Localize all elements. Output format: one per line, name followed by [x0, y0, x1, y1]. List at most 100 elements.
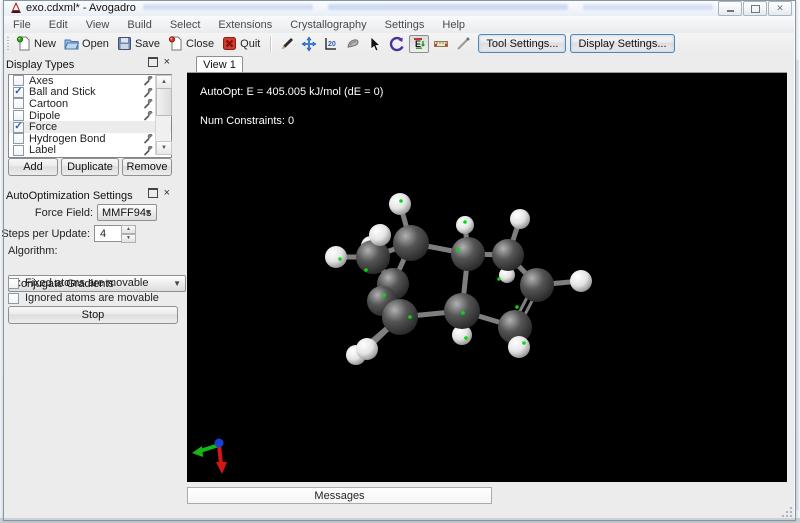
close-window-button[interactable]: ✕	[768, 1, 792, 16]
display-settings-button[interactable]: Display Settings...	[570, 34, 675, 53]
display-types-scrollbar[interactable]: ▲ ▼	[155, 75, 172, 155]
duplicate-display-type-button[interactable]: Duplicate	[61, 158, 119, 176]
display-type-row-cartoon[interactable]: Cartoon	[9, 98, 171, 110]
auto-rotate-tool-button[interactable]	[387, 35, 407, 53]
open-button[interactable]: Open	[61, 35, 114, 52]
display-type-row-axes[interactable]: Axes	[9, 75, 171, 87]
checkbox-icon	[8, 277, 19, 289]
tool-settings-button[interactable]: Tool Settings...	[478, 34, 567, 53]
menu-extensions[interactable]: Extensions	[209, 19, 281, 31]
save-button[interactable]: Save	[114, 35, 165, 52]
avogadro-app-icon	[11, 2, 21, 13]
tab-view-1[interactable]: View 1	[196, 56, 243, 73]
display-type-row-label[interactable]: Label	[9, 144, 171, 156]
close-button[interactable]: Close	[165, 35, 219, 52]
checkbox-checked-icon[interactable]: ✓	[13, 86, 24, 98]
carbon-atom[interactable]	[444, 293, 480, 329]
checkbox-icon[interactable]	[13, 144, 24, 156]
force-field-dropdown[interactable]: MMFF94s ▼	[97, 204, 157, 221]
wrench-settings-icon[interactable]	[143, 110, 154, 121]
checkbox-icon[interactable]	[13, 133, 24, 145]
chevron-down-icon: ▼	[144, 208, 152, 217]
menu-crystallography[interactable]: Crystallography	[281, 19, 375, 31]
messages-panel-tab[interactable]: Messages	[187, 487, 492, 504]
carbon-atom[interactable]	[356, 240, 390, 274]
toolbar-grip[interactable]	[7, 36, 9, 51]
spin-up-icon[interactable]: ▲	[121, 225, 136, 234]
scroll-down-button[interactable]: ▼	[156, 141, 172, 155]
wrench-settings-icon[interactable]	[143, 99, 154, 109]
minimize-button[interactable]	[718, 1, 742, 16]
wrench-settings-icon[interactable]	[143, 76, 154, 86]
carbon-atom[interactable]	[451, 237, 485, 271]
menu-build[interactable]: Build	[118, 19, 160, 31]
menu-file[interactable]: File	[4, 19, 40, 31]
display-type-row-hydrogen-bond[interactable]: Hydrogen Bond	[9, 133, 171, 145]
manipulate-tool-button[interactable]	[453, 35, 473, 53]
resize-grip[interactable]	[779, 505, 793, 518]
viewport-3d[interactable]: AutoOpt: E = 405.005 kJ/mol (dE = 0) Num…	[187, 72, 787, 482]
hydrogen-atom[interactable]	[356, 338, 378, 360]
hydrogen-atom[interactable]	[325, 246, 347, 268]
close-panel-icon[interactable]: ×	[164, 56, 170, 67]
steps-value: 4	[100, 227, 107, 240]
menu-view[interactable]: View	[77, 19, 119, 31]
new-button[interactable]: New	[13, 35, 61, 52]
display-type-row-force[interactable]: ✓ Force	[9, 121, 171, 133]
hydrogen-atom[interactable]	[510, 209, 530, 229]
navigate-tool-button[interactable]	[299, 35, 319, 53]
carbon-atom[interactable]	[382, 299, 418, 335]
steps-per-update-label: Steps per Update:	[1, 228, 90, 240]
bond-centric-tool-button[interactable]	[343, 35, 363, 53]
checkbox-icon[interactable]	[13, 98, 24, 110]
force-indicator-dot	[399, 199, 403, 203]
display-type-row-ball-and-stick[interactable]: ✓ Ball and Stick	[9, 86, 171, 99]
menu-edit[interactable]: Edit	[40, 19, 77, 31]
ignored-atoms-checkbox[interactable]: Ignored atoms are movable	[8, 292, 159, 304]
selection-tool-button[interactable]	[365, 35, 385, 53]
hydrogen-atom[interactable]	[369, 224, 391, 246]
molecule-render	[192, 193, 592, 474]
checkbox-icon[interactable]	[13, 110, 24, 122]
hydrogen-atom[interactable]	[508, 336, 530, 358]
carbon-atom[interactable]	[393, 225, 429, 261]
autoopt-panel-header[interactable]: AutoOptimization Settings ×	[6, 187, 176, 203]
steps-spinbox[interactable]: 4	[94, 225, 123, 242]
checkbox-icon	[8, 292, 19, 304]
display-type-row-dipole[interactable]: Dipole	[9, 110, 171, 122]
wrench-settings-icon[interactable]	[143, 145, 154, 156]
wrench-settings-icon[interactable]	[143, 133, 154, 144]
carbon-atom[interactable]	[492, 239, 524, 271]
scroll-up-button[interactable]: ▲	[156, 75, 172, 89]
float-panel-icon[interactable]	[147, 57, 158, 67]
open-label: Open	[82, 37, 109, 50]
display-types-panel-header[interactable]: Display Types ×	[6, 56, 176, 72]
checkbox-icon[interactable]	[13, 75, 24, 87]
draw-tool-button[interactable]	[277, 35, 297, 53]
maximize-button[interactable]	[743, 1, 767, 16]
fixed-atoms-checkbox[interactable]: Fixed atoms are movable	[8, 277, 149, 289]
display-type-label: Ball and Stick	[29, 86, 96, 99]
menu-select[interactable]: Select	[161, 19, 210, 31]
remove-display-type-button[interactable]: Remove	[122, 158, 172, 176]
ruler-icon	[434, 40, 449, 47]
close-panel-icon[interactable]: ×	[164, 187, 170, 198]
hydrogen-atom[interactable]	[456, 216, 474, 234]
hydrogen-atom[interactable]	[389, 193, 411, 215]
float-panel-icon[interactable]	[147, 188, 158, 198]
checkbox-checked-icon[interactable]: ✓	[13, 121, 24, 133]
carbon-atom[interactable]	[520, 268, 554, 302]
force-indicator-dot	[408, 315, 412, 319]
quit-button[interactable]: Quit	[219, 35, 265, 52]
spin-down-icon[interactable]: ▼	[121, 234, 136, 243]
measure-tool-button[interactable]: 20	[321, 35, 341, 53]
stop-button[interactable]: Stop	[8, 306, 178, 324]
menu-help[interactable]: Help	[433, 19, 474, 31]
wrench-settings-icon[interactable]	[143, 87, 154, 98]
auto-optimize-tool-button[interactable]: E	[409, 34, 430, 53]
add-display-type-button[interactable]: Add	[8, 158, 58, 176]
align-tool-button[interactable]	[431, 35, 451, 53]
scrollbar-thumb[interactable]	[156, 88, 172, 116]
menu-settings[interactable]: Settings	[376, 19, 434, 31]
hydrogen-atom[interactable]	[570, 270, 592, 292]
